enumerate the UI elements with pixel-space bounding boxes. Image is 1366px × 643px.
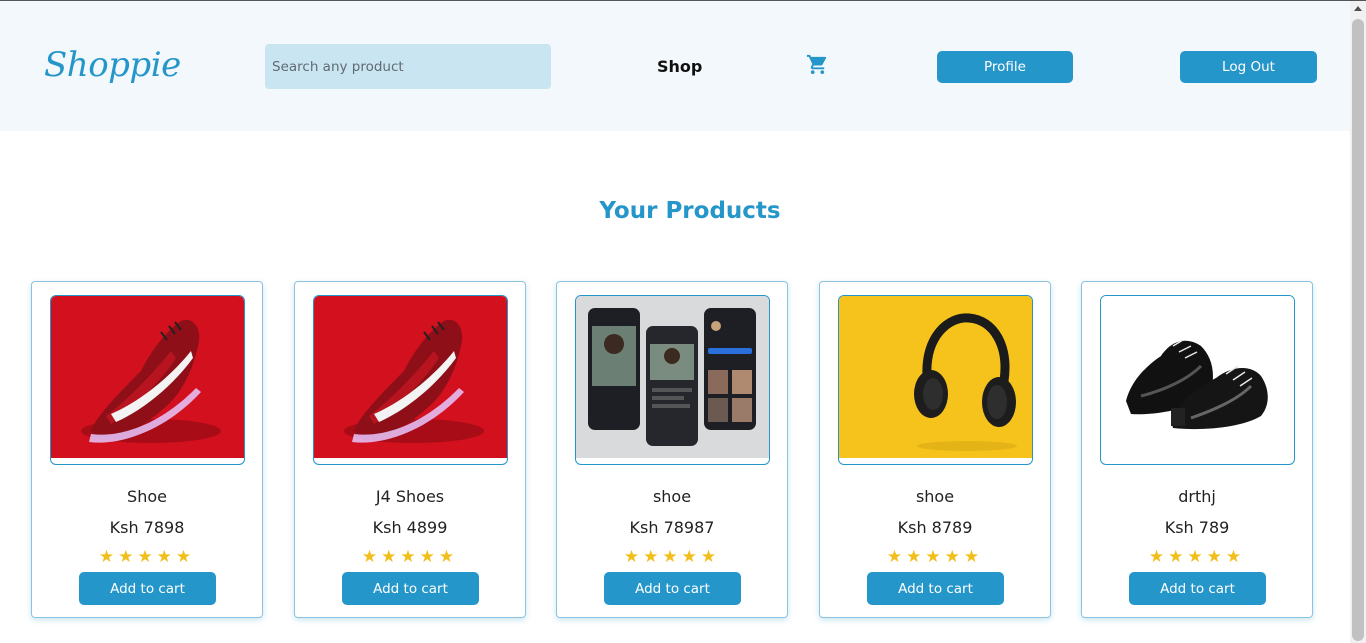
logout-button[interactable]: Log Out: [1180, 51, 1317, 83]
product-rating-stars: ★★★★★: [361, 547, 459, 567]
vertical-scrollbar[interactable]: [1350, 1, 1366, 643]
product-price: Ksh 4899: [372, 518, 448, 537]
page-title: Your Products: [599, 198, 781, 224]
product-price: Ksh 789: [1164, 518, 1230, 537]
product-card: J4 Shoes Ksh 4899 ★★★★★ Add to cart: [294, 281, 526, 618]
product-image[interactable]: [838, 295, 1033, 465]
scroll-up-arrow-icon[interactable]: [1354, 6, 1362, 11]
search-input[interactable]: [265, 44, 551, 89]
product-name: Shoe: [127, 487, 167, 506]
product-image[interactable]: [313, 295, 508, 465]
add-to-cart-button[interactable]: Add to cart: [1129, 572, 1266, 605]
product-card: shoe Ksh 8789 ★★★★★ Add to cart: [819, 281, 1051, 618]
product-price: Ksh 8789: [897, 518, 973, 537]
app-screens-image: [576, 296, 769, 458]
black-dress-shoes-image: [1101, 296, 1294, 458]
product-image[interactable]: [50, 295, 245, 465]
product-image[interactable]: [1100, 295, 1295, 465]
product-name: shoe: [915, 487, 955, 506]
add-to-cart-button[interactable]: Add to cart: [342, 572, 479, 605]
nav-link-shop[interactable]: Shop: [657, 57, 702, 76]
product-image[interactable]: [575, 295, 770, 465]
product-card: drthj Ksh 789 ★★★★★ Add to cart: [1081, 281, 1313, 618]
product-card: Shoe Ksh 7898 ★★★★★ Add to cart: [31, 281, 263, 618]
product-price: Ksh 7898: [109, 518, 185, 537]
brand-logo[interactable]: Shoppie: [44, 45, 181, 85]
profile-button[interactable]: Profile: [937, 51, 1073, 83]
add-to-cart-button[interactable]: Add to cart: [79, 572, 216, 605]
headphones-image: [839, 296, 1032, 458]
top-navbar: Shoppie Shop Profile Log Out: [0, 1, 1350, 131]
red-sneaker-image: [314, 296, 507, 458]
add-to-cart-button[interactable]: Add to cart: [604, 572, 741, 605]
product-name: J4 Shoes: [375, 487, 445, 506]
product-name: drthj: [1178, 487, 1216, 506]
product-price: Ksh 78987: [629, 518, 715, 537]
product-rating-stars: ★★★★★: [623, 547, 721, 567]
add-to-cart-button[interactable]: Add to cart: [867, 572, 1004, 605]
shopping-cart-icon[interactable]: [806, 53, 829, 76]
product-rating-stars: ★★★★★: [886, 547, 984, 567]
red-sneaker-image: [51, 296, 244, 458]
product-card: shoe Ksh 78987 ★★★★★ Add to cart: [556, 281, 788, 618]
product-rating-stars: ★★★★★: [1148, 547, 1246, 567]
scrollbar-thumb[interactable]: [1352, 19, 1364, 641]
product-name: shoe: [652, 487, 692, 506]
product-rating-stars: ★★★★★: [98, 547, 196, 567]
